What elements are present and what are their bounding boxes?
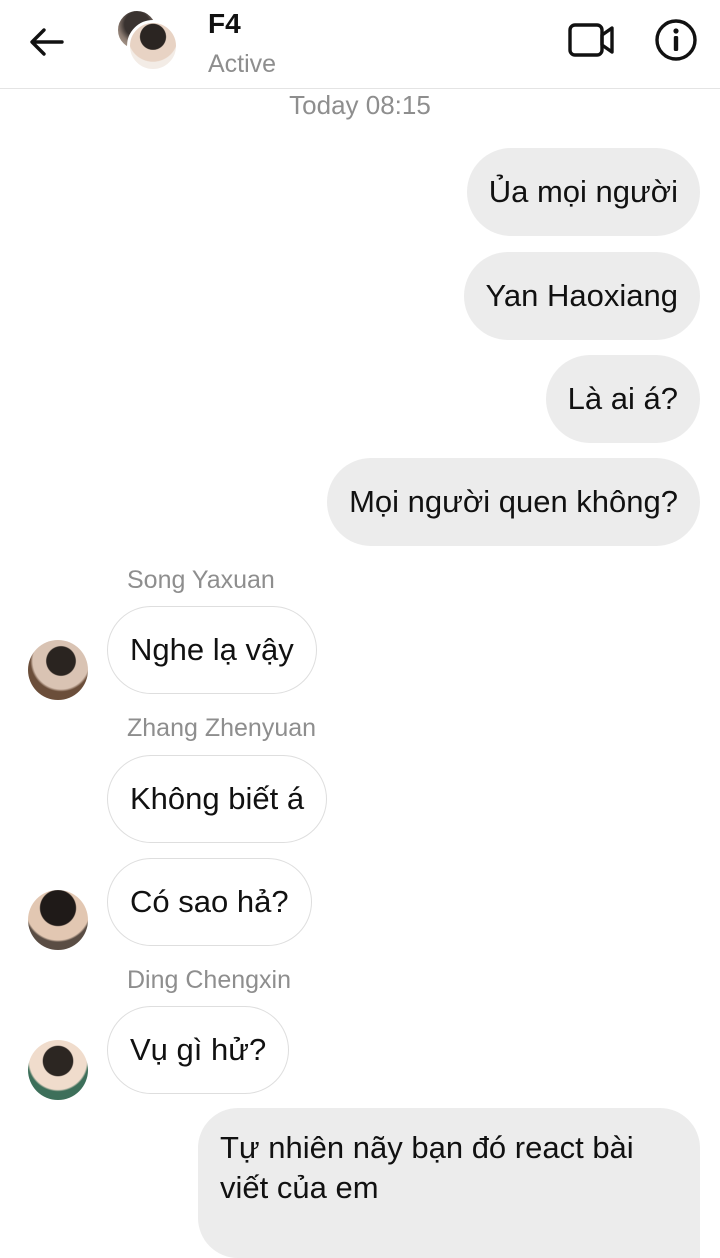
chat-title[interactable]: F4 (208, 8, 241, 40)
group-avatar-front (127, 20, 179, 72)
avatar[interactable] (28, 1040, 88, 1100)
sender-name: Song Yaxuan (127, 566, 275, 594)
info-icon (655, 19, 697, 61)
video-call-button[interactable] (566, 18, 618, 62)
info-button[interactable] (652, 16, 700, 64)
arrow-left-icon (30, 28, 64, 56)
chat-header: F4 Active (0, 0, 720, 89)
video-call-icon (568, 23, 614, 57)
group-avatar[interactable] (115, 8, 179, 72)
outgoing-message[interactable]: Ủa mọi người (466, 148, 700, 236)
active-status: Active (208, 50, 277, 78)
outgoing-message[interactable]: Mọi người quen không? (327, 458, 700, 546)
incoming-message[interactable]: Vụ gì hử? (107, 1006, 290, 1094)
sender-name: Zhang Zhenyuan (127, 714, 317, 742)
incoming-message[interactable]: Không biết á (107, 755, 328, 843)
incoming-message[interactable]: Có sao hả? (107, 858, 312, 946)
message-timestamp: Today 08:15 (289, 90, 431, 120)
outgoing-message[interactable]: Yan Haoxiang (463, 252, 700, 340)
outgoing-message[interactable]: Là ai á? (545, 355, 700, 443)
avatar[interactable] (28, 890, 88, 950)
outgoing-message[interactable]: Tự nhiên nãy bạn đó react bài viết của e… (198, 1108, 700, 1258)
sender-name: Ding Chengxin (127, 966, 291, 994)
incoming-message[interactable]: Nghe lạ vậy (107, 606, 317, 694)
avatar[interactable] (28, 640, 88, 700)
back-button[interactable] (22, 20, 70, 64)
